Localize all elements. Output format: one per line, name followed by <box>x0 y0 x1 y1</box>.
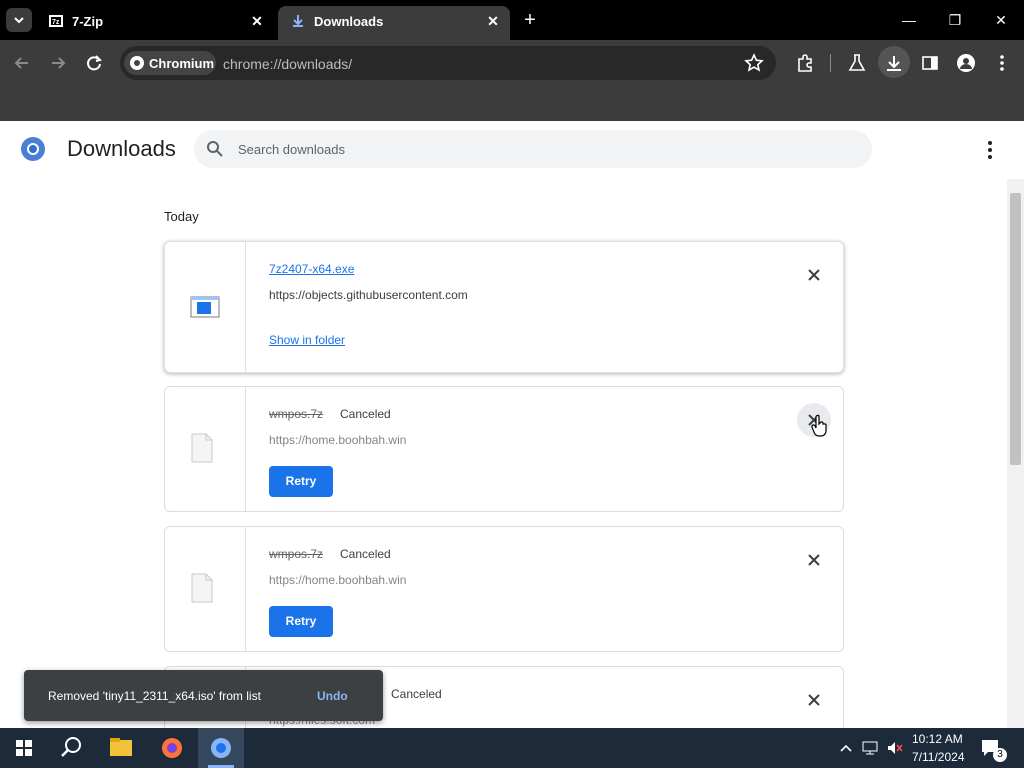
clock-date[interactable]: 7/11/2024 <box>912 750 965 764</box>
forward-icon[interactable] <box>47 52 69 74</box>
url-text[interactable]: chrome://downloads/ <box>223 56 352 72</box>
exe-file-icon <box>190 296 220 318</box>
show-in-folder-link[interactable]: Show in folder <box>269 333 345 347</box>
chromium-icon <box>130 56 144 70</box>
site-chip-label: Chromium <box>149 56 214 71</box>
toast-message: Removed 'tiny11_2311_x64.iso' from list <box>48 689 261 703</box>
file-icon <box>191 433 213 463</box>
hand-cursor-icon <box>811 415 827 437</box>
remove-item-button[interactable] <box>797 543 831 577</box>
downloads-page: Downloads Search downloads Today 7z2407-… <box>0 121 1024 728</box>
download-item: 7z2407-x64.exe https://objects.githubuse… <box>164 241 844 373</box>
volume-muted-icon[interactable] <box>886 740 904 756</box>
browser-menu-icon[interactable] <box>991 52 1013 74</box>
tab-close-button[interactable]: ✕ <box>484 12 502 30</box>
new-tab-button[interactable]: + <box>520 10 540 30</box>
undo-button[interactable]: Undo <box>317 689 348 703</box>
file-source-url: https://home.boohbah.win <box>269 433 407 447</box>
tab-downloads[interactable]: Downloads ✕ <box>278 6 510 40</box>
extensions-icon[interactable] <box>794 52 816 74</box>
search-icon[interactable] <box>48 728 96 768</box>
card-divider <box>245 242 246 372</box>
file-icon <box>191 573 213 603</box>
bookmark-star-icon[interactable] <box>743 52 765 74</box>
taskbar: 10:12 AM 7/11/2024 3 <box>0 728 1024 768</box>
download-icon <box>293 15 303 27</box>
window-close-button[interactable]: ✕ <box>989 10 1013 30</box>
tab-title: Downloads <box>314 14 384 29</box>
notification-count-badge: 3 <box>993 748 1007 762</box>
tab-close-button[interactable]: ✕ <box>248 12 266 30</box>
page-title: Downloads <box>67 136 176 161</box>
download-status: Canceled <box>391 687 442 701</box>
toolbar-bookmarks-area <box>0 86 1024 121</box>
retry-button[interactable]: Retry <box>269 466 333 497</box>
file-name: wmpos.7z <box>269 407 324 421</box>
svg-text:7z: 7z <box>52 19 60 26</box>
tab-title: 7-Zip <box>72 14 104 29</box>
search-icon <box>207 141 223 157</box>
scrollbar-thumb[interactable] <box>1010 193 1021 465</box>
profile-avatar-icon[interactable] <box>955 52 977 74</box>
chromium-taskbar-button[interactable] <box>198 728 244 768</box>
file-source-url: https://home.boohbah.win <box>269 573 407 587</box>
remove-item-button[interactable] <box>797 683 831 717</box>
chevron-up-icon[interactable] <box>838 740 854 756</box>
back-icon[interactable] <box>11 52 33 74</box>
toolbar-divider <box>830 54 831 72</box>
7zip-icon: 7z <box>49 15 63 27</box>
close-icon <box>808 694 820 706</box>
file-name-link[interactable]: 7z2407-x64.exe <box>269 262 354 276</box>
file-explorer-icon[interactable] <box>98 728 146 768</box>
section-heading: Today <box>164 209 199 224</box>
labs-flask-icon[interactable] <box>846 52 868 74</box>
network-icon[interactable] <box>862 740 880 756</box>
download-item: wmpos.7z Canceled https://home.boohbah.w… <box>164 386 844 512</box>
download-item: wmpos.7z Canceled https://home.boohbah.w… <box>164 526 844 652</box>
tab-7zip[interactable]: 7z 7-Zip ✕ <box>36 6 274 40</box>
reload-icon[interactable] <box>83 52 105 74</box>
address-bar[interactable] <box>120 46 776 80</box>
clock-time[interactable]: 10:12 AM <box>912 732 963 746</box>
card-divider <box>245 527 246 651</box>
download-status: Canceled <box>340 547 391 561</box>
retry-button[interactable]: Retry <box>269 606 333 637</box>
toast-notification: Removed 'tiny11_2311_x64.iso' from list … <box>24 670 383 721</box>
tab-strip: 7z 7-Zip ✕ Downloads ✕ + — ❐ ✕ <box>0 0 1024 40</box>
restore-button[interactable]: ❐ <box>943 10 967 30</box>
remove-item-button[interactable] <box>797 258 831 292</box>
tab-search-button[interactable] <box>6 8 32 32</box>
minimize-button[interactable]: — <box>897 10 921 30</box>
search-placeholder: Search downloads <box>238 142 345 157</box>
card-divider <box>245 387 246 511</box>
page-menu-icon[interactable] <box>986 139 994 161</box>
firefox-icon[interactable] <box>148 728 196 768</box>
file-source-url: https://objects.githubusercontent.com <box>269 288 468 302</box>
close-icon <box>808 554 820 566</box>
file-name: wmpos.7z <box>269 547 324 561</box>
windows-start-icon[interactable] <box>0 728 48 768</box>
download-status: Canceled <box>340 407 391 421</box>
chromium-icon <box>208 738 234 768</box>
chevron-down-icon <box>14 17 24 24</box>
chromium-logo-icon <box>21 137 45 161</box>
close-icon <box>808 269 820 281</box>
download-icon <box>887 56 901 71</box>
side-panel-icon[interactable] <box>919 52 941 74</box>
